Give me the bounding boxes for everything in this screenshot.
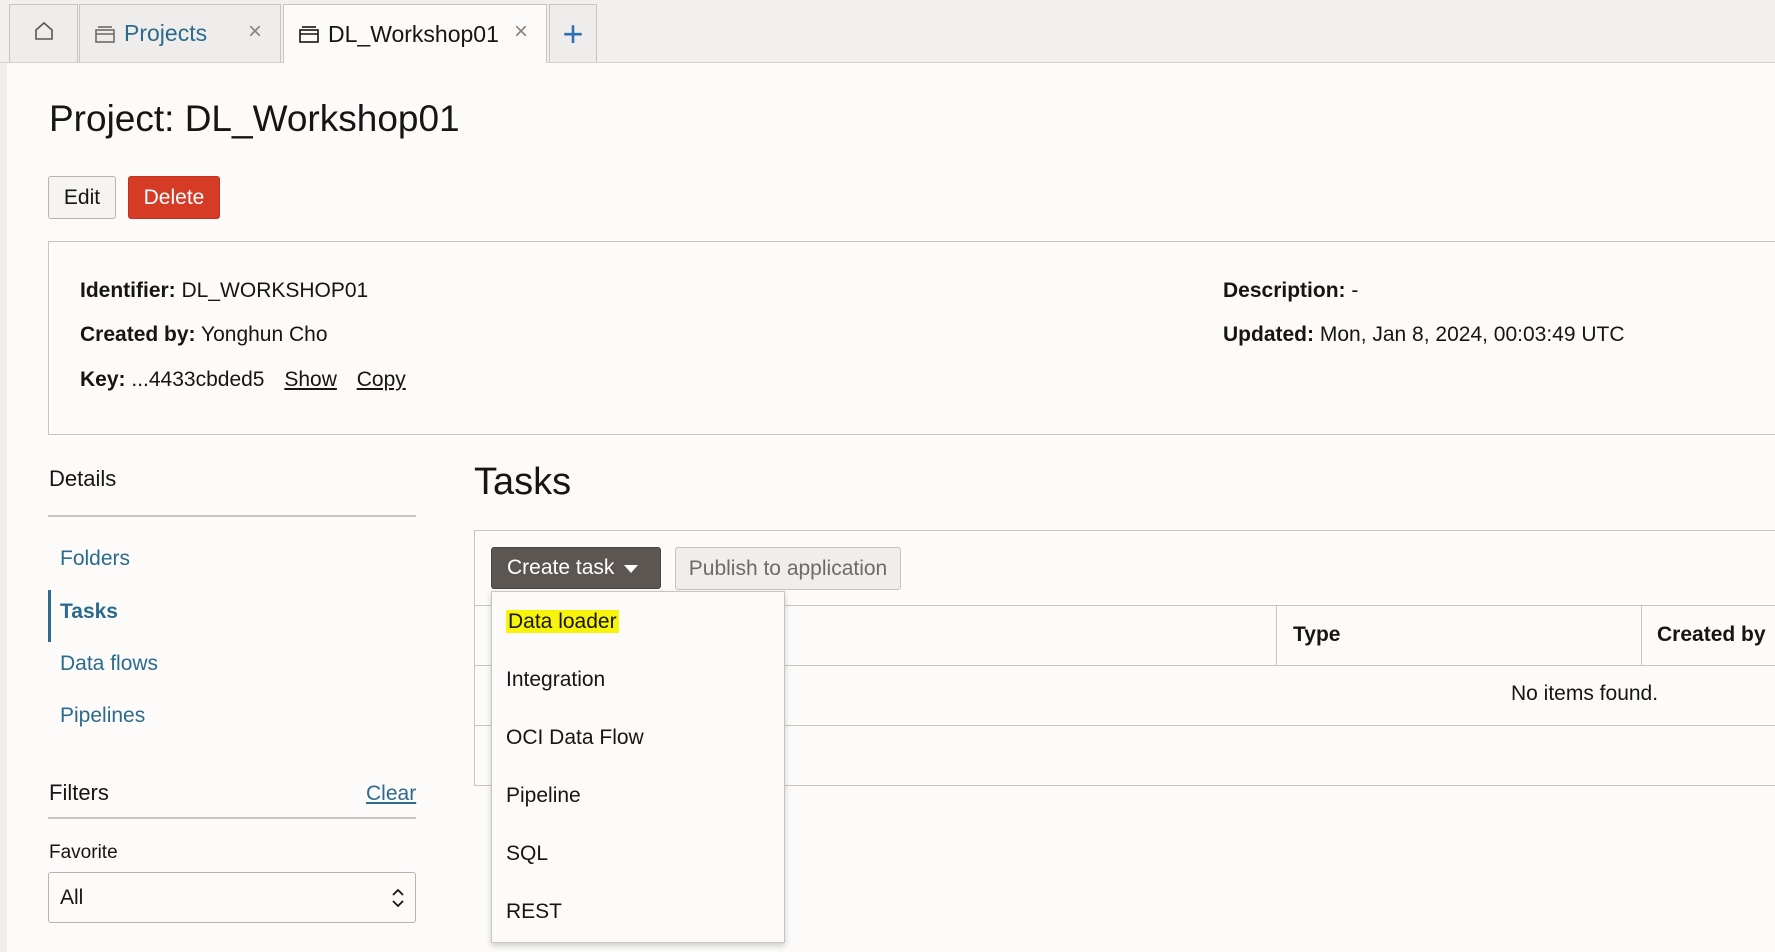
- menu-item-rest[interactable]: REST: [506, 900, 562, 924]
- close-icon[interactable]: ×: [244, 20, 266, 44]
- tab-workspace-label: DL_Workshop01: [328, 20, 499, 47]
- column-header-created-by[interactable]: Created by: [1657, 623, 1766, 647]
- column-separator: [1276, 606, 1277, 665]
- show-key-link[interactable]: Show: [284, 368, 337, 391]
- created-by-row: Created by: Yonghun Cho: [80, 323, 328, 347]
- favorite-select-value: All: [60, 885, 84, 909]
- close-icon[interactable]: ×: [510, 20, 532, 44]
- tab-bar: Projects × DL_Workshop01 × +: [0, 0, 1775, 63]
- tasks-heading: Tasks: [474, 461, 572, 503]
- active-indicator: [48, 590, 51, 642]
- create-task-button[interactable]: Create task: [491, 547, 661, 589]
- home-icon: [33, 20, 55, 47]
- tab-home[interactable]: [9, 4, 78, 62]
- new-tab-button[interactable]: +: [549, 4, 597, 62]
- page-title: Project: DL_Workshop01: [49, 98, 460, 139]
- create-task-label: Create task: [507, 556, 615, 579]
- updated-row: Updated: Mon, Jan 8, 2024, 00:03:49 UTC: [1223, 323, 1625, 347]
- copy-key-link[interactable]: Copy: [357, 368, 406, 391]
- empty-table-message: No items found.: [1511, 682, 1659, 705]
- filters-heading: Filters: [49, 780, 109, 805]
- sidebar-item-pipelines[interactable]: Pipelines: [60, 704, 145, 728]
- column-header-type[interactable]: Type: [1293, 623, 1340, 647]
- updated-label: Updated:: [1223, 323, 1314, 346]
- identifier-row: Identifier: DL_WORKSHOP01: [80, 279, 368, 303]
- created-by-label: Created by:: [80, 323, 196, 346]
- create-task-menu: Data loader Integration OCI Data Flow Pi…: [491, 591, 785, 943]
- delete-button[interactable]: Delete: [128, 176, 220, 219]
- menu-item-pipeline[interactable]: Pipeline: [506, 784, 581, 808]
- description-value: -: [1351, 279, 1359, 302]
- menu-item-oci-data-flow[interactable]: OCI Data Flow: [506, 726, 644, 750]
- favorite-label: Favorite: [49, 842, 118, 863]
- window-edge: [0, 0, 7, 952]
- sidebar-item-data-flows[interactable]: Data flows: [60, 652, 158, 676]
- favorite-select[interactable]: All: [48, 872, 416, 923]
- key-row: Key: ...4433cbded5 Show Copy: [80, 368, 406, 392]
- created-by-value: Yonghun Cho: [201, 323, 328, 346]
- menu-item-sql[interactable]: SQL: [506, 842, 548, 866]
- menu-item-data-loader[interactable]: Data loader: [506, 610, 619, 634]
- clear-filters-link[interactable]: Clear: [366, 782, 416, 806]
- details-heading: Details: [49, 466, 117, 491]
- description-label: Description:: [1223, 279, 1346, 302]
- sidebar-item-tasks[interactable]: Tasks: [60, 600, 118, 624]
- identifier-label: Identifier:: [80, 279, 176, 302]
- caret-down-icon: [624, 565, 638, 573]
- sidebar-item-folders[interactable]: Folders: [60, 547, 130, 571]
- divider: [48, 515, 416, 517]
- project-icon: [94, 23, 116, 45]
- publish-to-application-button[interactable]: Publish to application: [675, 547, 901, 590]
- tab-projects[interactable]: Projects ×: [79, 4, 281, 62]
- column-separator: [1641, 606, 1642, 665]
- divider: [48, 817, 416, 819]
- project-info-panel: Identifier: DL_WORKSHOP01 Created by: Yo…: [48, 241, 1775, 435]
- project-icon: [298, 23, 320, 45]
- updated-value: Mon, Jan 8, 2024, 00:03:49 UTC: [1319, 323, 1625, 346]
- menu-item-label: Data loader: [506, 610, 619, 633]
- edit-button[interactable]: Edit: [48, 176, 116, 219]
- tab-projects-label: Projects: [124, 20, 208, 46]
- identifier-value: DL_WORKSHOP01: [181, 279, 369, 302]
- tab-dl-workshop01[interactable]: DL_Workshop01 ×: [283, 4, 547, 63]
- menu-item-integration[interactable]: Integration: [506, 668, 605, 692]
- key-value: ...4433cbded5: [131, 368, 265, 391]
- updown-chevron-icon: [391, 885, 405, 911]
- key-label: Key:: [80, 368, 126, 391]
- plus-icon: +: [562, 12, 584, 54]
- description-row: Description: -: [1223, 279, 1358, 303]
